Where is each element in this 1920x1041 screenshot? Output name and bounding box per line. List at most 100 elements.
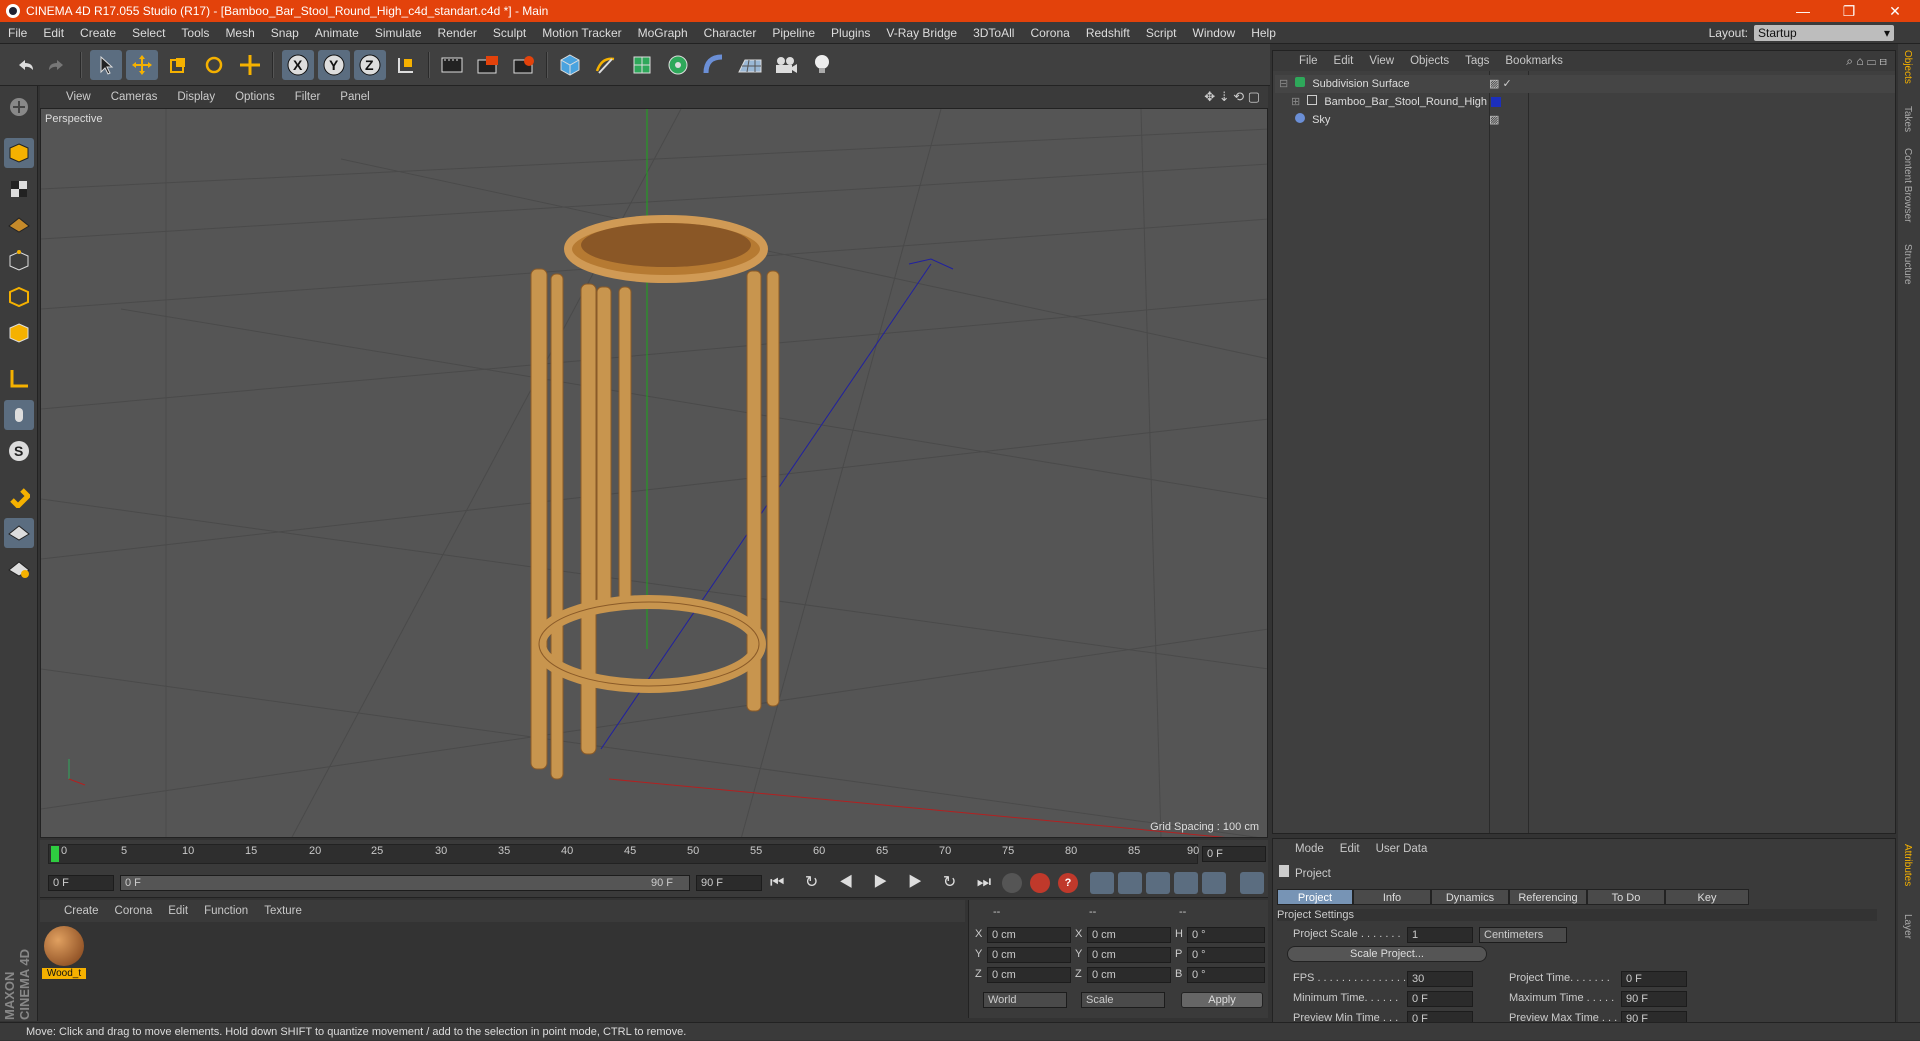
key-scale-icon[interactable] [1118, 872, 1142, 894]
polygon-mode-icon[interactable] [4, 318, 34, 348]
restore-button[interactable]: ❐ [1826, 0, 1872, 22]
live-selection-icon[interactable] [234, 50, 266, 80]
timeline-track[interactable]: 0 5 10 15 20 25 30 35 40 45 50 55 60 65 … [48, 844, 1199, 864]
timeline-window-icon[interactable] [1240, 872, 1264, 894]
obj-search-icon[interactable]: ⌕ ⌂ ▭ ⊟ [1846, 54, 1887, 69]
solo-mode-icon[interactable]: S [4, 436, 34, 466]
tab-referencing[interactable]: Referencing [1509, 889, 1587, 905]
keyframe-help-icon[interactable]: ? [1058, 873, 1078, 893]
material-swatch[interactable]: Wood_t [42, 926, 86, 982]
menu-plugins[interactable]: Plugins [823, 26, 878, 40]
x-axis-lock-icon[interactable]: X [282, 50, 314, 80]
mat-menu-edit[interactable]: Edit [160, 905, 196, 917]
size-x-field[interactable]: 0 cm [1087, 927, 1171, 943]
menu-help[interactable]: Help [1243, 26, 1284, 40]
minimum-time-field[interactable]: 0 F [1407, 991, 1473, 1007]
menu-animate[interactable]: Animate [307, 26, 367, 40]
snap-magnet-icon[interactable] [4, 482, 34, 512]
mograph-cloner-icon[interactable] [662, 50, 694, 80]
workplane-mode-icon[interactable] [4, 208, 34, 238]
obj-menu-objects[interactable]: Objects [1402, 55, 1457, 67]
workplane-lock-icon[interactable] [4, 518, 34, 548]
vp-menu-filter[interactable]: Filter [285, 91, 331, 103]
record-icon[interactable] [1030, 873, 1050, 893]
y-axis-lock-icon[interactable]: Y [318, 50, 350, 80]
coord-system-select[interactable]: World [983, 992, 1067, 1008]
object-row-subdivision[interactable]: ⊟ Subdivision Surface ▨ ✓ [1275, 75, 1895, 93]
menu-select[interactable]: Select [124, 26, 173, 40]
scale-project-button[interactable]: Scale Project... [1287, 946, 1487, 962]
vp-menu-panel[interactable]: Panel [330, 91, 379, 103]
attr-menu-user-data[interactable]: User Data [1368, 843, 1436, 855]
menu-file[interactable]: File [0, 26, 35, 40]
texture-mode-icon[interactable] [4, 174, 34, 204]
position-z-field[interactable]: 0 cm [987, 967, 1071, 983]
key-position-icon[interactable] [1090, 872, 1114, 894]
project-scale-unit-select[interactable]: Centimeters [1479, 927, 1567, 943]
project-time-field[interactable]: 0 F [1621, 971, 1687, 987]
menu-window[interactable]: Window [1185, 26, 1244, 40]
obj-menu-tags[interactable]: Tags [1457, 55, 1497, 67]
playhead-marker[interactable] [51, 846, 59, 862]
tab-key-interpolation[interactable]: Key Interpolation [1665, 889, 1749, 920]
autokey-icon[interactable] [1002, 873, 1022, 893]
attr-menu-mode[interactable]: Mode [1287, 843, 1332, 855]
z-axis-lock-icon[interactable]: Z [354, 50, 386, 80]
render-settings-icon[interactable] [508, 50, 540, 80]
maximum-time-field[interactable]: 90 F [1621, 991, 1687, 1007]
scale-tool-icon[interactable] [162, 50, 194, 80]
undo-icon[interactable] [8, 50, 40, 80]
obj-menu-bookmarks[interactable]: Bookmarks [1497, 55, 1571, 67]
tab-info[interactable]: Info [1353, 889, 1431, 905]
vtab-structure[interactable]: Structure [1902, 244, 1913, 285]
vtab-content-browser[interactable]: Content Browser [1902, 148, 1913, 222]
obj-menu-view[interactable]: View [1361, 55, 1402, 67]
transport-buttons[interactable]: ⏮ ↻ ◀ ▶ ▶ ↻ ⏭ [770, 872, 999, 892]
make-editable-icon[interactable] [4, 92, 34, 122]
redo-icon[interactable] [42, 50, 74, 80]
floor-scene-icon[interactable] [734, 50, 766, 80]
apply-button[interactable]: Apply [1181, 992, 1263, 1008]
render-picture-viewer-icon[interactable] [472, 50, 504, 80]
menu-vray-bridge[interactable]: V-Ray Bridge [878, 26, 965, 40]
current-frame-field[interactable]: 0 F [1202, 846, 1266, 862]
menu-snap[interactable]: Snap [263, 26, 307, 40]
tab-to-do[interactable]: To Do [1587, 889, 1665, 905]
perspective-viewport[interactable]: Perspective Grid Spacing : 100 cm [40, 108, 1268, 838]
tab-project-settings[interactable]: Project Settings [1277, 889, 1353, 920]
minimize-button[interactable]: — [1780, 0, 1826, 22]
axis-mode-icon[interactable] [4, 364, 34, 394]
menu-create[interactable]: Create [72, 26, 124, 40]
deformer-icon[interactable] [698, 50, 730, 80]
vtab-layer[interactable]: Layer [1902, 914, 1913, 939]
menu-edit[interactable]: Edit [35, 26, 72, 40]
rotation-h-field[interactable]: 0 ° [1187, 927, 1265, 943]
spline-pen-icon[interactable] [590, 50, 622, 80]
planar-workplane-icon[interactable] [4, 554, 34, 584]
start-frame-field[interactable]: 0 F [48, 875, 114, 891]
end-frame-field[interactable]: 90 F [696, 875, 762, 891]
menu-redshift[interactable]: Redshift [1078, 26, 1138, 40]
key-rotation-icon[interactable] [1146, 872, 1170, 894]
menu-script[interactable]: Script [1138, 26, 1185, 40]
render-tag-icon[interactable]: ▨ [1489, 111, 1499, 129]
rotation-b-field[interactable]: 0 ° [1187, 967, 1265, 983]
menu-3dtoall[interactable]: 3DToAll [965, 26, 1022, 40]
mat-menu-create[interactable]: Create [56, 905, 107, 917]
camera-icon[interactable] [770, 50, 802, 80]
menu-sculpt[interactable]: Sculpt [485, 26, 534, 40]
viewport-navigation-icons[interactable]: ✥ ⇣ ⟲ ▢ [1204, 89, 1260, 105]
mat-menu-function[interactable]: Function [196, 905, 256, 917]
menu-corona[interactable]: Corona [1022, 26, 1077, 40]
vp-menu-display[interactable]: Display [167, 91, 225, 103]
preview-range-slider[interactable]: 0 F 90 F [120, 875, 690, 891]
key-pla-icon[interactable] [1202, 872, 1226, 894]
coordinate-system-icon[interactable] [390, 50, 422, 80]
light-bulb-icon[interactable] [806, 50, 838, 80]
attr-menu-edit[interactable]: Edit [1332, 843, 1368, 855]
menu-motion-tracker[interactable]: Motion Tracker [534, 26, 629, 40]
rotation-p-field[interactable]: 0 ° [1187, 947, 1265, 963]
layout-select[interactable]: Startup ▾ [1754, 25, 1894, 41]
menu-pipeline[interactable]: Pipeline [764, 26, 823, 40]
cube-object-icon[interactable] [554, 50, 586, 80]
